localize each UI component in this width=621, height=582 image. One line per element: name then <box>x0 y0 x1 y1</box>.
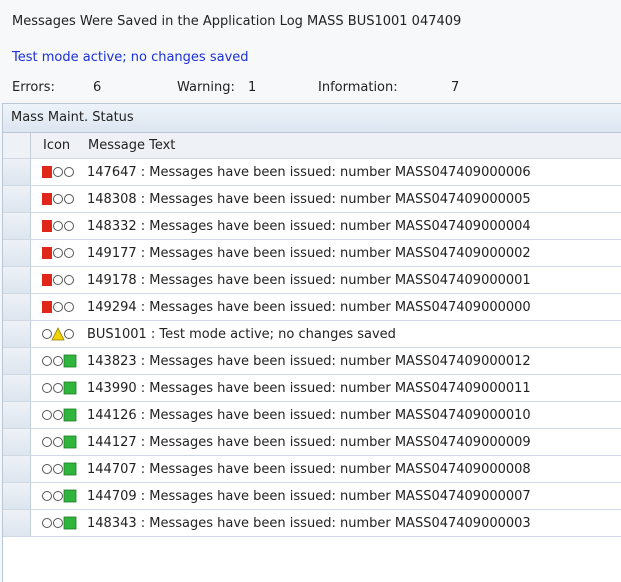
table-row[interactable]: 144127 : Messages have been issued: numb… <box>3 429 621 456</box>
table-row[interactable]: BUS1001 : Test mode active; no changes s… <box>3 321 621 348</box>
table-body: 147647 : Messages have been issued: numb… <box>3 159 621 537</box>
page-title: Messages Were Saved in the Application L… <box>12 14 462 29</box>
success-traffic-light-icon <box>40 462 84 476</box>
row-selector[interactable] <box>3 321 31 347</box>
table-row[interactable]: 149294 : Messages have been issued: numb… <box>3 294 621 321</box>
row-selector[interactable] <box>3 483 31 509</box>
message-text[interactable]: 144709 : Messages have been issued: numb… <box>87 489 531 504</box>
success-traffic-light-icon <box>40 435 84 449</box>
row-selector[interactable] <box>3 348 31 374</box>
errors-label: Errors: <box>12 80 55 95</box>
message-text[interactable]: 144127 : Messages have been issued: numb… <box>87 435 531 450</box>
message-text[interactable]: 147647 : Messages have been issued: numb… <box>87 165 531 180</box>
row-selector[interactable] <box>3 375 31 401</box>
message-text[interactable]: 148308 : Messages have been issued: numb… <box>87 192 531 207</box>
message-text[interactable]: 143823 : Messages have been issued: numb… <box>87 354 531 369</box>
success-traffic-light-icon <box>40 381 84 395</box>
table-row[interactable]: 148308 : Messages have been issued: numb… <box>3 186 621 213</box>
success-traffic-light-icon <box>40 354 84 368</box>
success-traffic-light-icon <box>40 516 84 530</box>
table-header-row: Icon Message Text <box>3 133 621 159</box>
message-text[interactable]: 149178 : Messages have been issued: numb… <box>87 273 531 288</box>
column-header-icon[interactable]: Icon <box>43 138 70 153</box>
error-traffic-light-icon <box>40 246 84 260</box>
table-row[interactable]: 144707 : Messages have been issued: numb… <box>3 456 621 483</box>
error-traffic-light-icon <box>40 165 84 179</box>
error-traffic-light-icon <box>40 219 84 233</box>
message-text[interactable]: 148343 : Messages have been issued: numb… <box>87 516 531 531</box>
row-selector[interactable] <box>3 294 31 320</box>
select-all-cell[interactable] <box>3 133 31 158</box>
table-row[interactable]: 147647 : Messages have been issued: numb… <box>3 159 621 186</box>
warning-traffic-light-icon <box>40 327 84 341</box>
message-table: Icon Message Text 147647 : Messages have… <box>3 133 621 537</box>
message-counts: Errors: 6 Warning: 1 Information: 7 <box>0 80 621 100</box>
row-selector[interactable] <box>3 402 31 428</box>
message-text[interactable]: 149177 : Messages have been issued: numb… <box>87 246 531 261</box>
table-row[interactable]: 143823 : Messages have been issued: numb… <box>3 348 621 375</box>
message-text[interactable]: 144707 : Messages have been issued: numb… <box>87 462 531 477</box>
mass-maint-status-panel: Mass Maint. Status Icon Message Text 147… <box>2 103 621 582</box>
message-text[interactable]: 149294 : Messages have been issued: numb… <box>87 300 531 315</box>
information-label: Information: <box>318 80 398 95</box>
information-count: 7 <box>451 80 460 95</box>
message-text[interactable]: BUS1001 : Test mode active; no changes s… <box>87 327 396 342</box>
warning-label: Warning: <box>177 80 235 95</box>
table-row[interactable]: 144126 : Messages have been issued: numb… <box>3 402 621 429</box>
table-row[interactable]: 143990 : Messages have been issued: numb… <box>3 375 621 402</box>
row-selector[interactable] <box>3 429 31 455</box>
row-selector[interactable] <box>3 213 31 239</box>
panel-title: Mass Maint. Status <box>3 104 621 133</box>
message-text[interactable]: 144126 : Messages have been issued: numb… <box>87 408 531 423</box>
column-header-message-text[interactable]: Message Text <box>88 138 175 153</box>
error-traffic-light-icon <box>40 300 84 314</box>
table-row[interactable]: 148343 : Messages have been issued: numb… <box>3 510 621 537</box>
row-selector[interactable] <box>3 510 31 536</box>
row-selector[interactable] <box>3 240 31 266</box>
test-mode-notice: Test mode active; no changes saved <box>12 50 249 65</box>
error-traffic-light-icon <box>40 192 84 206</box>
row-selector[interactable] <box>3 159 31 185</box>
errors-count: 6 <box>93 80 102 95</box>
table-row[interactable]: 144709 : Messages have been issued: numb… <box>3 483 621 510</box>
message-text[interactable]: 148332 : Messages have been issued: numb… <box>87 219 531 234</box>
table-row[interactable]: 149177 : Messages have been issued: numb… <box>3 240 621 267</box>
warning-count: 1 <box>248 80 257 95</box>
error-traffic-light-icon <box>40 273 84 287</box>
row-selector[interactable] <box>3 456 31 482</box>
table-row[interactable]: 148332 : Messages have been issued: numb… <box>3 213 621 240</box>
row-selector[interactable] <box>3 267 31 293</box>
table-row[interactable]: 149178 : Messages have been issued: numb… <box>3 267 621 294</box>
row-selector[interactable] <box>3 186 31 212</box>
message-text[interactable]: 143990 : Messages have been issued: numb… <box>87 381 531 396</box>
success-traffic-light-icon <box>40 489 84 503</box>
success-traffic-light-icon <box>40 408 84 422</box>
log-header: Messages Were Saved in the Application L… <box>0 0 621 100</box>
